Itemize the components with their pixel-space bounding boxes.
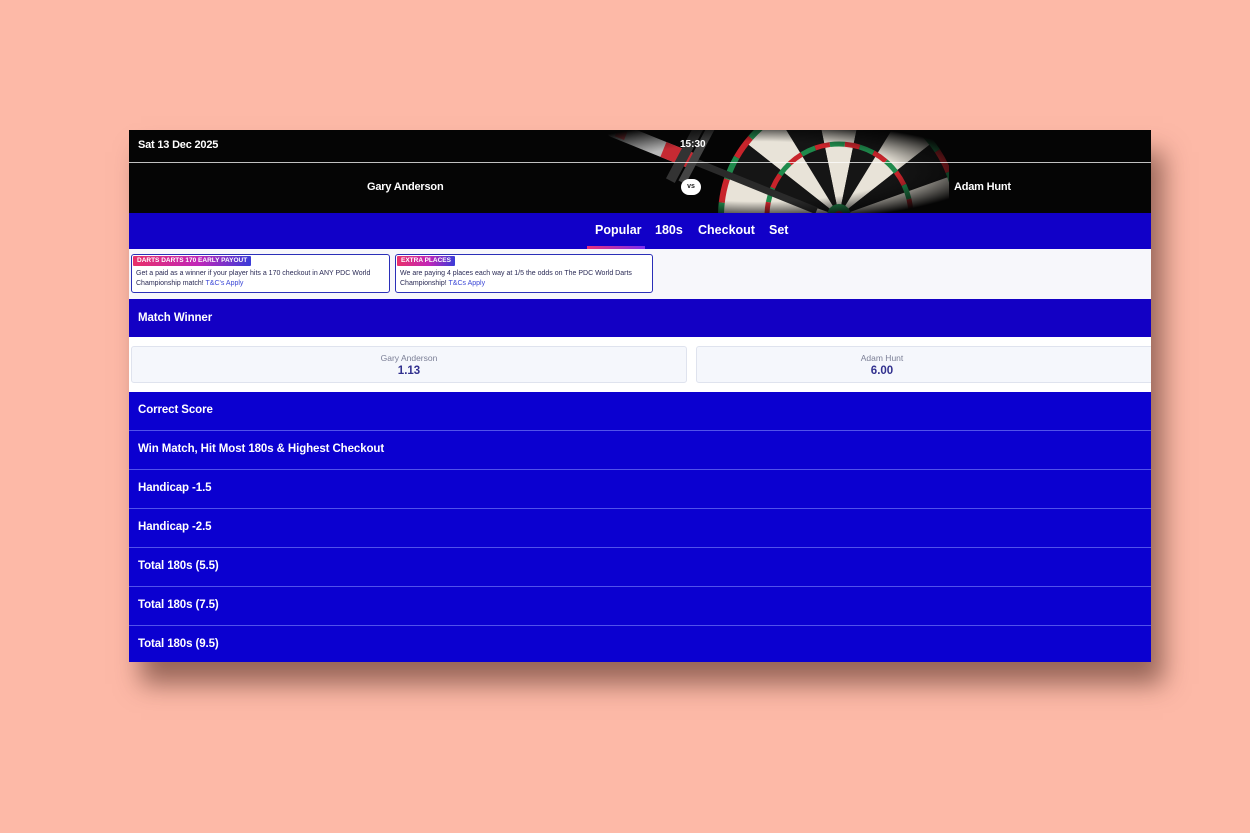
promo-terms-link[interactable]: T&C's Apply [206, 280, 244, 287]
odds-button-home[interactable]: Gary Anderson 1.13 [131, 346, 687, 383]
promo-terms-link[interactable]: T&Cs Apply [449, 280, 486, 287]
market-title: Match Winner [138, 312, 213, 324]
promo-card-170-early-payout[interactable]: DARTS DARTS 170 EARLY PAYOUT Get a paid … [131, 254, 390, 293]
market-title: Correct Score [138, 404, 213, 416]
market-title: Total 180s (5.5) [138, 560, 219, 572]
match-winner-selections: Gary Anderson 1.13 Adam Hunt 6.00 [129, 337, 1151, 392]
match-time: 15:30 [680, 139, 706, 150]
header-divider [129, 162, 1151, 163]
match-header: Sat 13 Dec 2025 15:30 Gary Anderson vs A… [129, 130, 1151, 213]
market-header-handicap-2-5[interactable]: Handicap -2.5 [129, 509, 1151, 548]
market-header-correct-score[interactable]: Correct Score [129, 392, 1151, 431]
match-date: Sat 13 Dec 2025 [138, 139, 219, 151]
promo-text: Get a paid as a winner if your player hi… [136, 269, 383, 289]
tab-popular[interactable]: Popular [595, 223, 642, 237]
event-page: Sat 13 Dec 2025 15:30 Gary Anderson vs A… [129, 130, 1151, 662]
market-header-handicap-1-5[interactable]: Handicap -1.5 [129, 470, 1151, 509]
tab-180s[interactable]: 180s [655, 223, 683, 237]
odds-button-away[interactable]: Adam Hunt 6.00 [696, 346, 1151, 383]
promo-badge: EXTRA PLACES [397, 256, 455, 266]
market-title: Handicap -1.5 [138, 482, 212, 494]
market-title: Total 180s (9.5) [138, 638, 219, 650]
promo-strip: DARTS DARTS 170 EARLY PAYOUT Get a paid … [129, 249, 1151, 299]
selection-price: 6.00 [870, 365, 894, 377]
away-player-name: Adam Hunt [954, 181, 1011, 193]
selection-name: Gary Anderson [380, 353, 438, 363]
market-header-win-match-180s-checkout[interactable]: Win Match, Hit Most 180s & Highest Check… [129, 431, 1151, 470]
promo-description: We are paying 4 places each way at 1/5 t… [400, 270, 632, 287]
market-header-total-180s-9-5[interactable]: Total 180s (9.5) [129, 626, 1151, 662]
home-player-name: Gary Anderson [367, 181, 444, 193]
promo-description: Get a paid as a winner if your player hi… [136, 270, 371, 287]
market-tabs: Popular 180s Checkout Set [129, 213, 1151, 249]
market-header-total-180s-5-5[interactable]: Total 180s (5.5) [129, 548, 1151, 587]
market-title: Total 180s (7.5) [138, 599, 219, 611]
dartboard-image [569, 130, 949, 213]
selection-price: 1.13 [397, 365, 421, 377]
market-header-total-180s-7-5[interactable]: Total 180s (7.5) [129, 587, 1151, 626]
promo-text: We are paying 4 places each way at 1/5 t… [400, 269, 646, 289]
market-title: Win Match, Hit Most 180s & Highest Check… [138, 443, 385, 455]
market-header-match-winner[interactable]: Match Winner [129, 299, 1151, 337]
promo-card-extra-places[interactable]: EXTRA PLACES We are paying 4 places each… [395, 254, 653, 293]
tab-checkout[interactable]: Checkout [698, 223, 755, 237]
tab-set[interactable]: Set [769, 223, 788, 237]
vs-badge: vs [681, 179, 701, 195]
selection-name: Adam Hunt [860, 353, 904, 363]
market-title: Handicap -2.5 [138, 521, 212, 533]
promo-badge: DARTS DARTS 170 EARLY PAYOUT [133, 256, 252, 266]
